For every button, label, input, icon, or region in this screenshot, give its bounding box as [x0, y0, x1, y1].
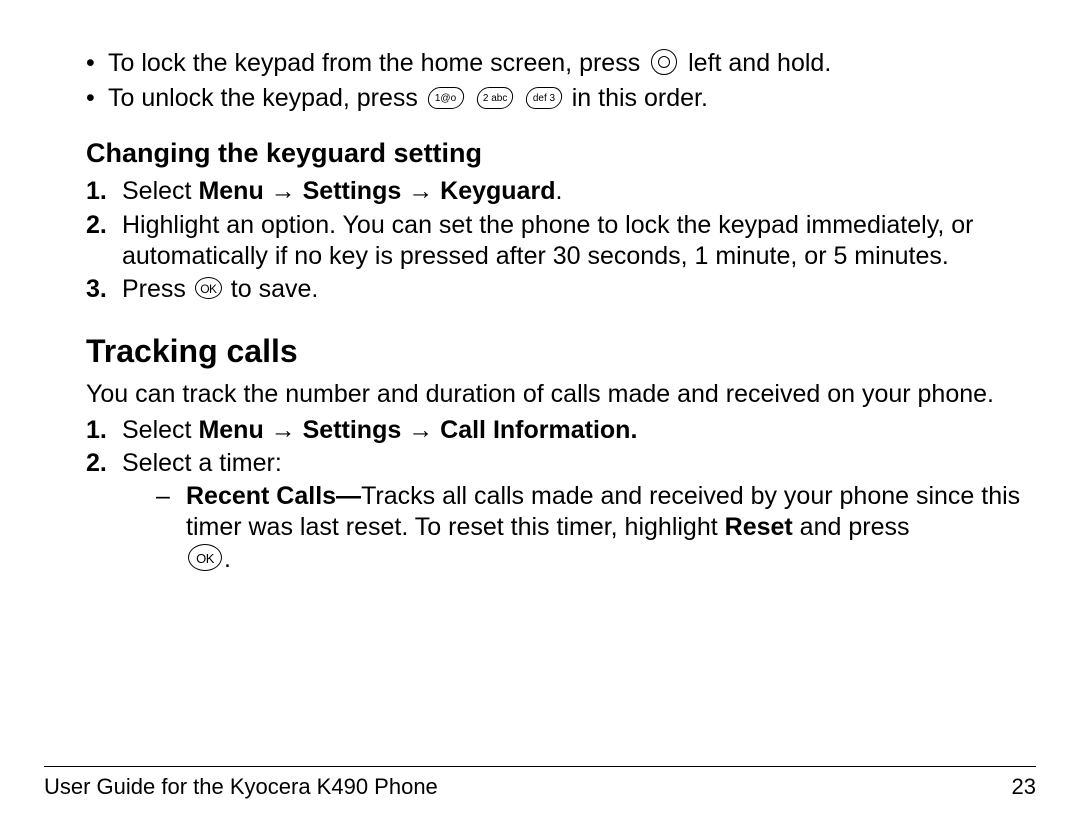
list-number: 2. [86, 210, 122, 241]
list-number: 1. [86, 415, 122, 446]
text: . [224, 545, 231, 573]
bullet-unlock-keypad: • To unlock the keypad, press 1@o 2 abc … [44, 83, 1036, 114]
text: Press [122, 275, 193, 303]
subitem-text: Recent Calls—Tracks all calls made and r… [186, 481, 1036, 575]
nav-ring-icon [651, 49, 677, 75]
footer-doc-title: User Guide for the Kyocera K490 Phone [44, 773, 438, 801]
tracking-subitem-recent-calls: – Recent Calls—Tracks all calls made and… [44, 481, 1036, 575]
bullet-text: To unlock the keypad, press 1@o 2 abc de… [108, 83, 1036, 114]
footer-rule [44, 766, 1036, 767]
list-number: 1. [86, 176, 122, 207]
text: in this order. [572, 84, 708, 112]
ok-key-icon: OK [195, 277, 222, 299]
text: . [555, 177, 562, 205]
key-3-icon: def 3 [524, 87, 563, 109]
bullet-dot: • [86, 83, 108, 114]
page-footer: User Guide for the Kyocera K490 Phone 23 [44, 766, 1036, 801]
dash-bullet: – [156, 481, 186, 512]
footer-page-number: 23 [1012, 773, 1036, 801]
step-text: Select Menu → Settings → Keyguard. [122, 176, 1036, 207]
reset-label: Reset [725, 513, 793, 541]
recent-calls-label: Recent Calls— [186, 482, 361, 510]
tracking-step-1: 1. Select Menu → Settings → Call Informa… [44, 415, 1036, 446]
menu-path-menu: Menu [198, 177, 263, 205]
step-text: Highlight an option. You can set the pho… [122, 210, 1036, 273]
text: and press [793, 513, 910, 541]
list-number: 2. [86, 448, 122, 479]
text: To unlock the keypad, press [108, 84, 425, 112]
menu-path-call-info: Call Information. [440, 416, 637, 444]
bullet-dot: • [86, 48, 108, 79]
tracking-body-text: You can track the number and duration of… [44, 379, 1036, 410]
list-number: 3. [86, 274, 122, 305]
text: Select [122, 416, 198, 444]
arrow-icon: → [401, 416, 440, 444]
menu-path-keyguard: Keyguard [440, 177, 555, 205]
heading-tracking-calls: Tracking calls [44, 331, 1036, 371]
text: To lock the keypad from the home screen,… [108, 49, 647, 77]
text: left and hold. [688, 49, 831, 77]
text: Select [122, 177, 198, 205]
text: to save. [224, 275, 319, 303]
step-text: Press OK to save. [122, 274, 1036, 305]
menu-path-settings: Settings [303, 416, 402, 444]
keyguard-step-1: 1. Select Menu → Settings → Keyguard. [44, 176, 1036, 207]
keyguard-step-3: 3. Press OK to save. [44, 274, 1036, 305]
step-text: Select a timer: [122, 448, 1036, 479]
menu-path-settings: Settings [303, 177, 402, 205]
menu-path-menu: Menu [198, 416, 263, 444]
arrow-icon: → [264, 177, 303, 205]
tracking-step-2: 2. Select a timer: [44, 448, 1036, 479]
bullet-text: To lock the keypad from the home screen,… [108, 48, 1036, 79]
arrow-icon: → [264, 416, 303, 444]
heading-keyguard-setting: Changing the keyguard setting [44, 137, 1036, 171]
keyguard-step-2: 2. Highlight an option. You can set the … [44, 210, 1036, 273]
key-2-icon: 2 abc [475, 87, 514, 109]
bullet-lock-keypad: • To lock the keypad from the home scree… [44, 48, 1036, 79]
ok-key-icon: OK [188, 544, 222, 571]
arrow-icon: → [401, 177, 440, 205]
key-1-icon: 1@o [426, 87, 465, 109]
step-text: Select Menu → Settings → Call Informatio… [122, 415, 1036, 446]
